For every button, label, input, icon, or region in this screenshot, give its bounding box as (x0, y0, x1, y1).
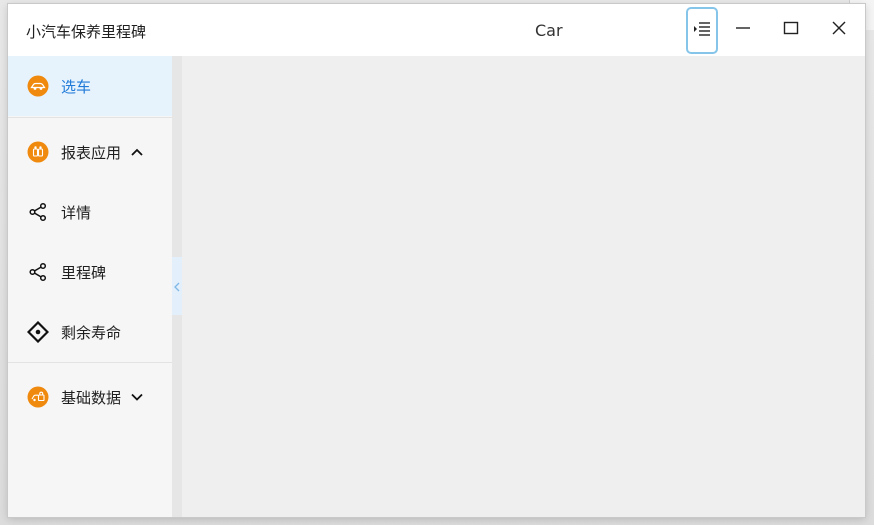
sidebar-divider (8, 362, 172, 363)
car-icon (26, 74, 50, 98)
app-title: 小汽车保养里程碑 (26, 23, 147, 41)
maximize-icon (783, 20, 799, 40)
diamond-icon (26, 320, 50, 344)
desktop-background: 小汽车保养里程碑 Car 选车 报表应用 详情 里程碑 剩余寿命 基础数据 (0, 0, 874, 525)
sidebar-item-label: 基础数据 (61, 388, 122, 407)
menu-toggle-button[interactable] (686, 7, 718, 54)
sidebar-item-remaining-life[interactable]: 剩余寿命 (8, 302, 172, 362)
sidebar-collapse-button[interactable] (172, 257, 182, 315)
sidebar-divider (8, 117, 172, 118)
close-icon (831, 20, 847, 40)
title-bar: 小汽车保养里程碑 Car (8, 4, 865, 56)
sidebar-item-label: 剩余寿命 (61, 323, 122, 342)
main-content-area (182, 56, 865, 517)
chevron-left-icon (173, 277, 181, 296)
close-button[interactable] (823, 10, 855, 50)
car-label: Car (535, 21, 563, 40)
minimize-button[interactable] (727, 10, 759, 50)
sidebar-item-label: 详情 (61, 203, 92, 222)
database-icon (26, 385, 50, 409)
app-window: 小汽车保养里程碑 Car 选车 报表应用 详情 里程碑 剩余寿命 基础数据 (8, 4, 865, 517)
sidebar-group-reports[interactable]: 报表应用 (8, 122, 172, 182)
maximize-button[interactable] (775, 10, 807, 50)
share-icon (26, 260, 50, 284)
minimize-icon (735, 20, 751, 40)
sidebar-item-label: 选车 (61, 77, 92, 96)
sidebar-item-label: 里程碑 (61, 263, 107, 282)
sidebar-nav: 选车 报表应用 详情 里程碑 剩余寿命 基础数据 (8, 56, 172, 517)
chevron-up-icon (129, 144, 145, 160)
chevron-down-icon (129, 389, 145, 405)
report-icon (26, 140, 50, 164)
sidebar-item-details[interactable]: 详情 (8, 182, 172, 242)
sidebar-item-select-car[interactable]: 选车 (8, 56, 172, 116)
sidebar-item-milestones[interactable]: 里程碑 (8, 242, 172, 302)
sidebar-group-base-data[interactable]: 基础数据 (8, 367, 172, 427)
sidebar-item-label: 报表应用 (61, 143, 122, 162)
share-icon (26, 200, 50, 224)
menu-indent-icon (693, 20, 711, 42)
